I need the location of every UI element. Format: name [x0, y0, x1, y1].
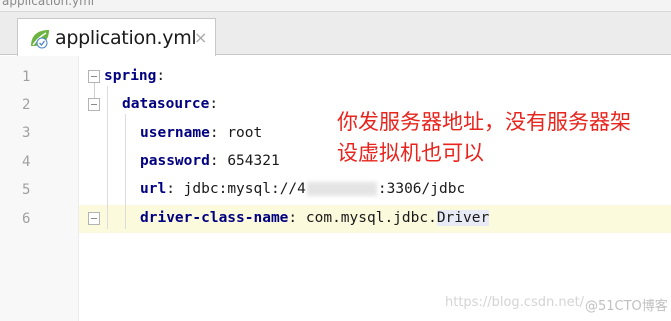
- editor-tab-bar: application.yml ×: [0, 12, 671, 56]
- watermark-logo: @51CTO博客: [585, 299, 668, 314]
- yaml-value: root: [227, 125, 263, 141]
- breadcrumb-text: application.yml: [2, 0, 95, 8]
- code-editor[interactable]: 1 2 3 4 5 6 spring: datasource: username…: [0, 56, 671, 321]
- line-number: 1: [22, 69, 31, 85]
- breadcrumb: application.yml: [0, 0, 671, 12]
- code-line-4: password: 654321: [140, 153, 280, 169]
- code-line-1: spring:: [104, 68, 166, 84]
- spring-leaf-icon: [31, 30, 49, 49]
- yaml-key: driver-class-name: [140, 210, 289, 226]
- code-line-5: url: jdbc:mysql://4:3306/jdbc: [140, 181, 466, 197]
- fold-line: [94, 83, 95, 98]
- yaml-key: url: [140, 181, 167, 197]
- indent-guide: [107, 86, 108, 229]
- yaml-value: jdbc:mysql://4: [183, 181, 306, 197]
- indent-guide: [125, 114, 126, 229]
- yaml-value-highlight: Driver: [436, 210, 490, 226]
- close-icon[interactable]: ×: [194, 28, 207, 47]
- line-number: 5: [22, 182, 31, 198]
- yaml-value: com.mysql.jdbc.: [305, 210, 437, 226]
- code-line-3: username: root: [140, 125, 263, 141]
- yaml-value: :3306/jdbc: [377, 181, 466, 197]
- code-line-6: driver-class-name: com.mysql.jdbc.Driver: [140, 210, 490, 226]
- yaml-key: username: [140, 125, 210, 141]
- annotation-line-1: 你发服务器地址，没有服务器架: [337, 110, 631, 134]
- line-number: 3: [22, 125, 31, 141]
- line-number: 6: [22, 211, 31, 227]
- yaml-key: password: [140, 153, 210, 169]
- yaml-key: datasource: [122, 96, 210, 112]
- fold-end-marker[interactable]: [88, 212, 100, 225]
- annotation-note: 你发服务器地址，没有服务器架 设虚拟机也可以: [337, 107, 631, 169]
- fold-toggle-datasource[interactable]: [88, 98, 100, 111]
- line-number: 4: [22, 154, 31, 170]
- line-number: 2: [22, 97, 31, 113]
- yaml-value: 654321: [227, 153, 280, 169]
- line-number-gutter: 1 2 3 4 5 6: [0, 56, 79, 321]
- fold-toggle-spring[interactable]: [88, 70, 100, 83]
- tab-application-yml[interactable]: application.yml ×: [17, 18, 216, 56]
- annotation-line-2: 设虚拟机也可以: [337, 141, 484, 165]
- watermark-url: https://blog.csdn.net/: [445, 295, 585, 310]
- tab-label: application.yml: [55, 27, 197, 49]
- redacted-ip: [306, 182, 377, 196]
- yaml-key: spring: [104, 68, 157, 84]
- code-line-2: datasource:: [122, 96, 219, 112]
